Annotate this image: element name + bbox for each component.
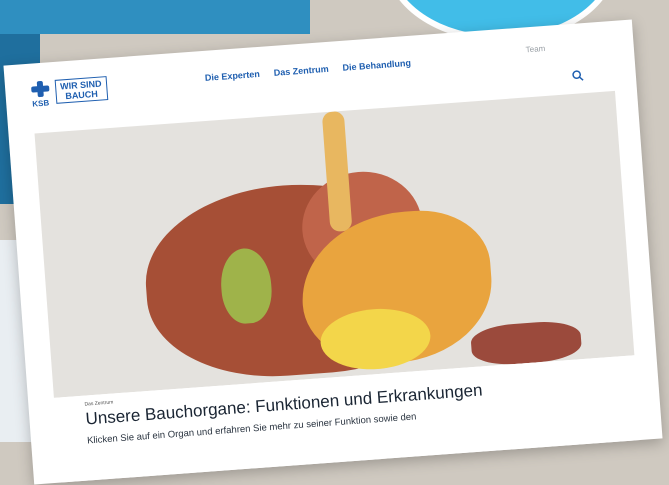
main-nav: Die Experten Das Zentrum Die Behandlung [205,58,412,83]
site-logo[interactable]: KSB WIR SIND BAUCH [31,76,108,109]
website-page: KSB WIR SIND BAUCH Die Experten Das Zent… [3,19,663,485]
logo-line2: BAUCH [65,88,99,102]
background-photo [0,0,310,34]
nav-item-team[interactable]: Team [525,44,545,54]
nav-item-behandlung[interactable]: Die Behandlung [342,58,411,73]
logo-wordmark: WIR SIND BAUCH [54,76,108,104]
nav-item-experten[interactable]: Die Experten [205,69,261,83]
nav-item-zentrum[interactable]: Das Zentrum [273,64,329,78]
section-kicker: Das Zentrum [84,399,114,408]
ksb-cross-icon [31,80,50,101]
search-icon[interactable] [571,69,584,82]
hero-image-organs[interactable] [34,90,635,398]
